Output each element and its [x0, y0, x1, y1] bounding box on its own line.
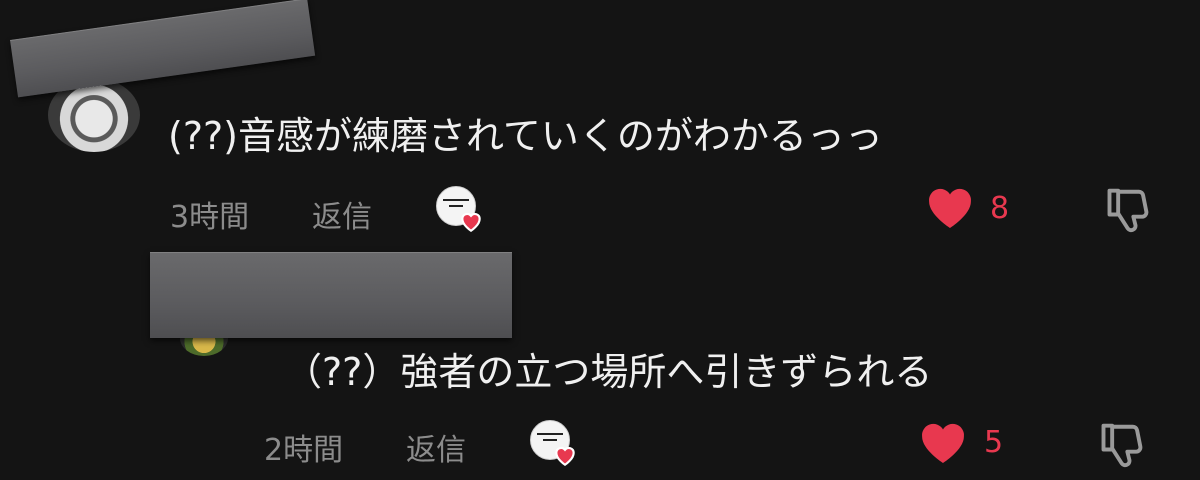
- like-heart-icon[interactable]: [924, 184, 976, 230]
- like-heart-icon[interactable]: [917, 419, 969, 465]
- reply-button[interactable]: 返信: [406, 425, 466, 469]
- reply-button[interactable]: 返信: [312, 192, 372, 236]
- heart-icon: [555, 446, 575, 467]
- creator-liked-badge: [436, 186, 481, 233]
- comment-list: (??)音感が練磨されていくのがわかるっっ 3時間 返信 8 （??）強者の立つ…: [0, 0, 1200, 480]
- redacted-username: [150, 252, 512, 338]
- heart-icon: [461, 212, 481, 233]
- thumbs-down-icon[interactable]: [1097, 417, 1149, 469]
- comment-timestamp: 3時間: [170, 200, 250, 235]
- creator-liked-badge: [530, 420, 575, 467]
- like-count: 8: [990, 191, 1010, 226]
- comment-text: (??)音感が練磨されていくのがわかるっっ: [168, 114, 883, 158]
- comment-text: （??）強者の立つ場所へ引きずられる: [284, 350, 933, 394]
- thumbs-down-icon[interactable]: [1103, 182, 1155, 234]
- comment-timestamp: 2時間: [264, 433, 344, 468]
- redacted-username: [10, 0, 316, 98]
- like-count: 5: [984, 425, 1004, 460]
